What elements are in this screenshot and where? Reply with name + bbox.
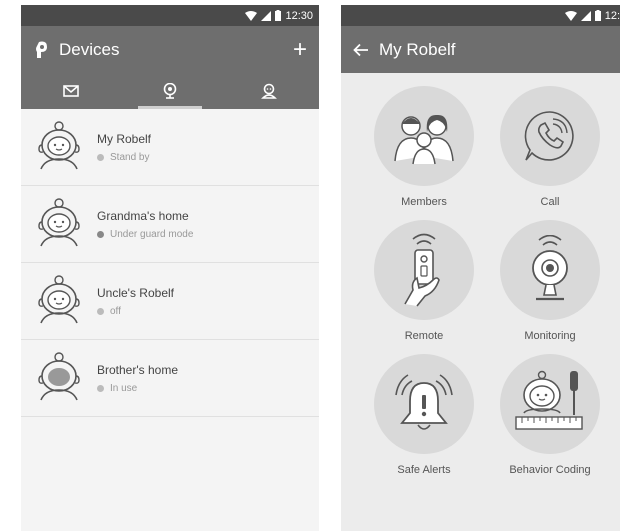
status-bar: 12:30 [21,5,319,26]
device-status: off [97,306,174,317]
device-name: Grandma's home [97,208,189,223]
device-row[interactable]: Brother's home In use [21,340,319,417]
webcam-icon [163,83,177,99]
feature-monitoring[interactable]: Monitoring [487,220,613,342]
status-dot [97,230,104,238]
feature-call[interactable]: Call [487,86,613,208]
device-status: In use [97,383,178,394]
signal-icon [580,10,591,21]
feature-label: Monitoring [524,330,576,342]
tab-devices[interactable] [120,73,219,109]
feature-grid: Members Call Remote Monitoring Safe Alerts Be… [341,73,620,476]
tab-contacts[interactable] [220,73,319,109]
device-info: Grandma's home Under guard mode [97,209,193,240]
robot-icon [35,196,83,253]
app-bar: My Robelf [341,26,620,73]
remote-icon[interactable] [374,220,474,320]
status-time: 12: [604,9,620,22]
status-dot [97,307,104,315]
robot-icon [35,119,83,176]
status-bar: 12: [341,5,620,26]
wifi-icon [245,10,258,21]
status-dot [97,153,104,161]
device-name: My Robelf [97,131,152,146]
device-row[interactable]: My Robelf Stand by [21,109,319,186]
feature-remote[interactable]: Remote [361,220,487,342]
feature-members[interactable]: Members [361,86,487,208]
device-name: Brother's home [97,362,178,377]
device-row[interactable]: Uncle's Robelf off [21,263,319,340]
signal-icon [261,10,272,21]
bell-alert-icon[interactable] [374,354,474,454]
robot-coding-icon[interactable] [500,354,600,454]
feature-behavior-coding[interactable]: Behavior Coding [487,354,613,476]
device-status: Stand by [97,152,151,163]
robelf-screen: 12: My Robelf Members Call Remote Monitorin… [341,5,620,531]
robot-icon [35,273,83,330]
tab-messages[interactable] [21,73,120,109]
device-status-text: Under guard mode [110,228,194,240]
battery-icon [275,10,282,21]
feature-label: Safe Alerts [397,464,451,476]
feature-safe-alerts[interactable]: Safe Alerts [361,354,487,476]
add-device-button[interactable]: + [293,37,307,62]
back-arrow-icon[interactable] [353,43,369,57]
family-icon[interactable] [374,86,474,186]
device-info: Brother's home In use [97,363,178,394]
feature-label: Behavior Coding [509,464,591,476]
feature-label: Remote [404,330,444,342]
battery-icon [594,10,601,21]
feature-label: Members [401,196,447,208]
status-time: 12:30 [285,9,313,22]
devices-screen: 12:30 Devices + My Robelf Stand by Grandma… [21,5,319,531]
robelf-logo-icon [36,41,47,58]
device-info: Uncle's Robelf off [97,286,174,317]
webcam-icon[interactable] [500,220,600,320]
phone-icon[interactable] [500,86,600,186]
device-info: My Robelf Stand by [97,132,151,163]
device-status-text: Stand by [110,151,150,163]
feature-label: Call [540,196,560,208]
device-status-text: off [110,305,121,317]
device-row[interactable]: Grandma's home Under guard mode [21,186,319,263]
device-list: My Robelf Stand by Grandma's home Under gua… [21,109,319,417]
contact-icon [261,83,278,99]
page-title: My Robelf [379,39,456,59]
mail-icon [62,85,79,97]
tab-bar [21,73,319,109]
wifi-icon [564,10,577,21]
robot-icon [35,350,83,407]
status-dot [97,384,104,392]
device-name: Uncle's Robelf [97,285,174,300]
device-status-text: In use [110,382,138,394]
device-status: Under guard mode [97,229,193,240]
app-bar: Devices + [21,26,319,73]
page-title: Devices [59,39,120,59]
